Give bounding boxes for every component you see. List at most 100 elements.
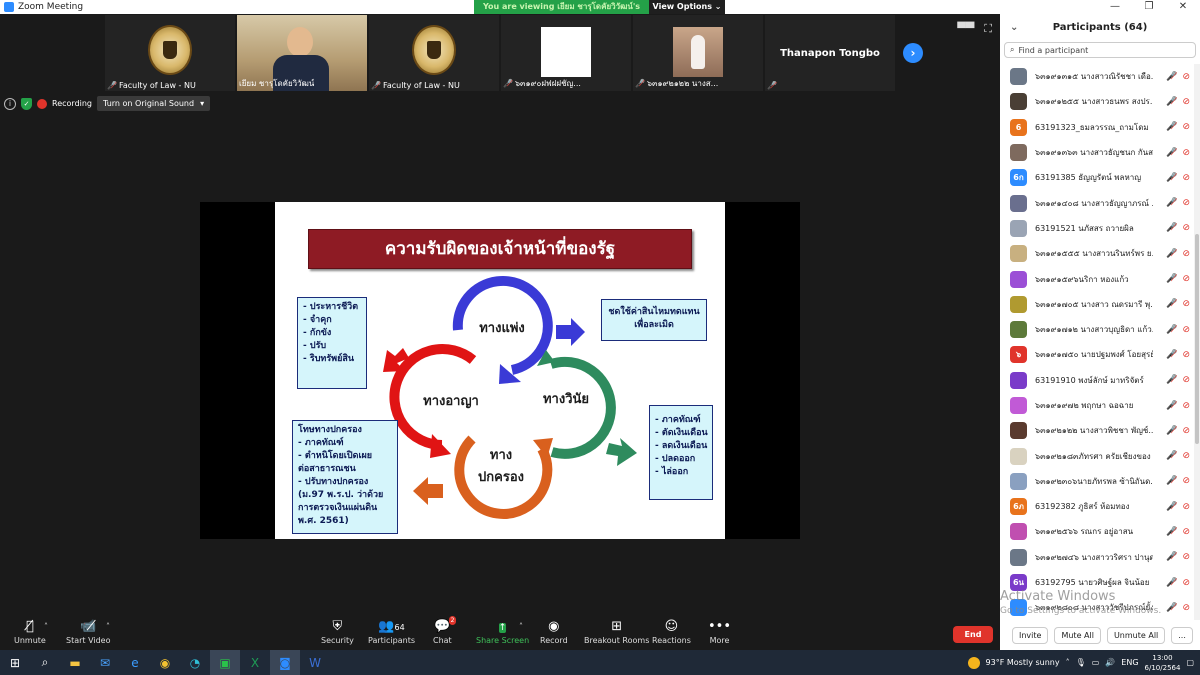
end-meeting-button[interactable]: End [953,626,993,643]
participant-row[interactable]: ๖๓๑๙๑๗๐๕ นางสาว ณดรมารี พุ... 🎤̸ ⊘ [1000,292,1194,317]
participant-list[interactable]: ๖๓๑๙๑๓๑๕ นางสาวณิรัชชา เดือ... 🎤̸ ⊘ ๖๓๑๙๑๒๕… [1000,64,1194,620]
participant-name: ๖๓๑๙๑๓๖๓ นางสาวธัญชนก กันส... [1035,148,1153,158]
video-options-chevron[interactable]: ˄ [106,622,110,631]
mic-tray-icon[interactable]: 🎙 [1076,658,1086,667]
weather-text[interactable]: 93°F Mostly sunny [986,658,1060,667]
participant-status-icons: 🎤̸ ⊘ [1166,299,1190,309]
participant-row[interactable]: ๖๓๑๙๒๑๘๓ภัทรศา ครัยเชียงของ 🎤̸ ⊘ [1000,443,1194,468]
video-tile[interactable]: 🎤̸ Faculty of Law - NU [105,15,235,91]
internet-explorer-icon[interactable]: e [120,650,150,675]
notifications-icon[interactable]: ▢ [1186,658,1194,667]
file-explorer-icon[interactable]: ▬ [60,650,90,675]
participant-name: ๖๓๑๙๒๕๖๖ รณกร อยู่อาสน [1035,527,1134,537]
participant-list-scrollbar[interactable] [1194,64,1200,620]
participant-row[interactable]: ๖๓๑๙๒๓๐๖นายภัทรพล ซ้านิถันด... 🎤̸ ⊘ [1000,469,1194,494]
participant-row[interactable]: ๖๓๑๙๒๗๔๖ นางสาววริศรา ปานุดร 🎤̸ ⊘ [1000,545,1194,570]
video-off-icon: ⊘ [1182,425,1190,436]
participant-name: ๖๓๑๙๑๒๕๕ นางสาวธนพร สงปร... [1035,97,1153,107]
volume-icon[interactable]: 🔊 [1105,658,1115,667]
mail-icon[interactable]: ✉ [90,650,120,675]
more-options-button[interactable]: ... [1171,626,1193,644]
participants-button[interactable]: 👥64 Participants [368,618,415,645]
video-off-icon: ⊘ [1182,476,1190,487]
view-options-button[interactable]: View Options ⌄ [649,0,725,14]
participant-row[interactable]: ๖๓๑๙๑๒๕๕ นางสาวธนพร สงปร... 🎤̸ ⊘ [1000,89,1194,114]
participant-row[interactable]: ๖๓๑๙๑๙๗๒ พฤกษา ฉอฉาย 🎤̸ ⊘ [1000,393,1194,418]
participant-row[interactable]: 63191910 พงษ์ลักษ์ มาทริจัตร์ 🎤̸ ⊘ [1000,368,1194,393]
participant-avatar: 6 [1010,118,1027,136]
participant-row[interactable]: 6ภ 63192382 ภูธิสร์ ห้อมทอง 🎤̸ ⊘ [1000,494,1194,519]
network-icon[interactable]: ▭ [1092,658,1100,667]
participant-video [541,27,591,77]
speaker-head [287,27,313,57]
zoom-taskbar-icon[interactable]: ◙ [270,650,300,675]
audio-options-chevron[interactable]: ˄ [44,622,48,631]
tray-expand-icon[interactable]: ˄ [1066,658,1070,667]
participant-row[interactable]: ๖๓๑๙๑๓๖๓ นางสาวธัญชนก กันส... 🎤̸ ⊘ [1000,140,1194,165]
video-tile[interactable]: 🎤̸ Faculty of Law - NU [369,15,499,91]
edge-icon[interactable]: ◔ [180,650,210,675]
record-button[interactable]: ◉ Record [540,618,568,645]
participant-row[interactable]: ๖๓๑๙๒๑๒๒ นางสาวพิชชา พัญช์... 🎤̸ ⊘ [1000,418,1194,443]
maximize-button[interactable]: ❐ [1132,0,1166,14]
reactions-button[interactable]: ☺ Reactions [652,618,691,645]
word-icon[interactable]: W [300,650,330,675]
line-app-icon[interactable]: ▣ [210,650,240,675]
video-tile-active-speaker[interactable]: เยียม ชารุโดคัยวิวัฒน์ [237,15,367,91]
encryption-shield-icon[interactable]: ✓ [21,97,32,110]
share-options-chevron[interactable]: ˄ [519,622,523,631]
gallery-next-page-button[interactable]: › [903,43,923,63]
excel-icon[interactable]: X [240,650,270,675]
participant-avatar [1010,397,1027,414]
chrome-icon[interactable]: ◉ [150,650,180,675]
original-sound-button[interactable]: Turn on Original Sound ▾ [97,96,211,111]
video-off-icon: ⊘ [1182,96,1190,107]
invite-button[interactable]: Invite [1012,626,1049,644]
mute-all-button[interactable]: Mute All [1054,626,1101,644]
video-tile[interactable]: 🎤̸ ๖๓๑๙๐ฝฟฝฝชัญ... [501,15,631,91]
video-tile-name-only[interactable]: Thanapon Tongbo 🎤̸ [765,15,895,91]
find-participant-input[interactable]: ⌕ Find a participant [1004,42,1196,58]
admin-penalties-box: โทษทางปกครอง - ภาคทัณฑ์ - ตำหนิโดยเปิดเผย … [292,420,398,534]
participant-avatar [1010,295,1027,313]
meeting-info-icon[interactable]: i [4,97,16,110]
unmute-all-button[interactable]: Unmute All [1106,626,1166,644]
participant-row[interactable]: ๖๓๑๙๑๗๑๒ นางสาวบุญธิดา แก้ว... 🎤̸ ⊘ [1000,317,1194,342]
chat-button[interactable]: 💬 2 Chat [433,616,457,645]
breakout-rooms-button[interactable]: ⊞ Breakout Rooms [584,618,649,645]
participant-row[interactable]: 63191521 นภัสสร ถวายผิล 🎤̸ ⊘ [1000,216,1194,241]
admin-label-line1: ทาง [489,448,513,463]
participant-status-icons: 🎤̸ ⊘ [1166,97,1190,107]
collapse-chevron-icon[interactable]: ⌄ [1010,14,1018,42]
participant-row[interactable]: 6 63191323_ธมลวรรณ_ถามโดม 🎤̸ ⊘ [1000,115,1194,140]
scrollbar-thumb[interactable] [1195,234,1199,444]
participant-name: ๖๓๑๙๒๑๘๓ภัทรศา ครัยเชียงของ [1035,451,1151,461]
mic-muted-icon: 🎤̸ [1166,198,1178,209]
participant-row[interactable]: ๖ ๖๓๑๙๑๗๕๐ นายปฐมพงศ์ โอยสุรย์ 🎤̸ ⊘ [1000,342,1194,367]
close-button[interactable]: ✕ [1166,0,1200,14]
chevron-down-icon[interactable]: ▾ [200,99,204,108]
unmute-button[interactable]: 🎙̸ Unmute [14,618,46,645]
video-tile[interactable]: 🎤̸ ๖๓๑๙๒๑๒๒ นางส... [633,15,763,91]
security-button[interactable]: ⛨ Security [321,618,354,645]
security-shield-icon: ⛨ [332,619,343,634]
more-button[interactable]: ••• More [708,618,731,645]
windows-start-icon[interactable]: ⊞ [0,650,30,675]
participant-row[interactable]: ๖๓๑๙๑๕๕๕ นางสาวนรินทร์พร ย... 🎤̸ ⊘ [1000,241,1194,266]
participant-row[interactable]: ๖๓๑๙๑๓๑๕ นางสาวณิรัชชา เดือ... 🎤̸ ⊘ [1000,64,1194,89]
minimize-button[interactable]: — [1098,0,1132,14]
search-icon[interactable]: ⌕ [30,650,60,675]
language-indicator[interactable]: ENG [1121,658,1138,667]
fullscreen-icon[interactable]: ⛶ [984,22,992,36]
tile-name: เยียม ชารุโดคัยวิวัฒน์ [239,79,315,88]
participant-status-icons: 🎤̸ ⊘ [1166,72,1190,82]
clock[interactable]: 13:00 6/10/2564 [1145,653,1181,673]
participant-row[interactable]: 6ก 63191385 ธัญญรัตน์ พลหาญ 🎤̸ ⊘ [1000,165,1194,190]
participant-row[interactable]: ๖๓๑๙๒๕๖๖ รณกร อยู่อาสน 🎤̸ ⊘ [1000,519,1194,544]
start-video-button[interactable]: 📹̸ Start Video [66,618,111,645]
participants-icon: 👥64 [378,619,405,634]
participant-row[interactable]: ๖๓๑๙๑๕๙๖นริกา หองแก้ว 🎤̸ ⊘ [1000,266,1194,291]
layout-view-icon[interactable]: ▀▀ [957,22,974,36]
participant-row[interactable]: ๖๓๑๙๑๔๐๘ นางสาวธัญญาภรณ์ ... 🎤̸ ⊘ [1000,190,1194,215]
mic-muted-icon: 🎤̸ [767,81,777,90]
